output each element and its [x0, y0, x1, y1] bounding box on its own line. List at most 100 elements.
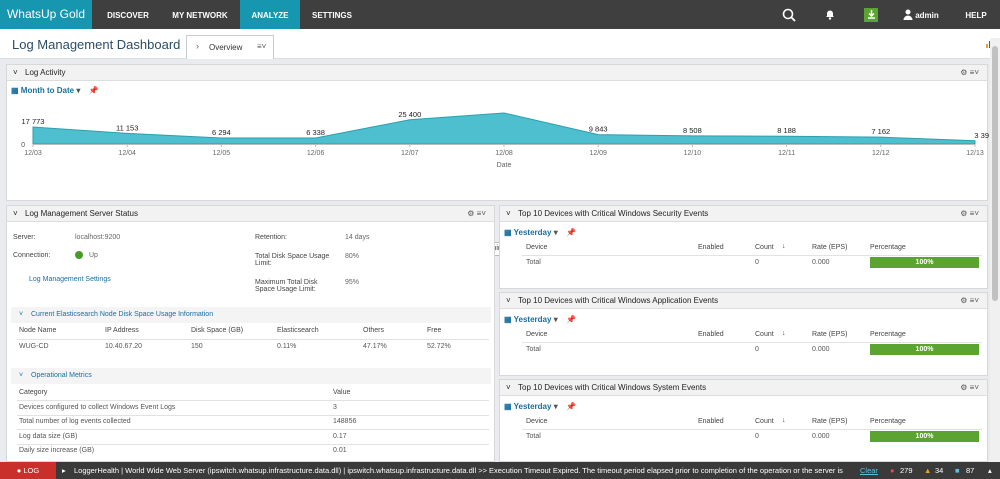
date-range-picker[interactable]: ▦ Yesterday ▾ 📌	[504, 228, 576, 237]
x-tick-label: 12/10	[684, 150, 702, 157]
col-count[interactable]: Count	[755, 244, 774, 251]
warning-count[interactable]: 34	[935, 462, 943, 479]
scrollbar-thumb[interactable]	[992, 46, 998, 301]
nav-discover[interactable]: DISCOVER	[92, 0, 164, 29]
info-count[interactable]: 87	[966, 462, 974, 479]
dashboard-header: Log Management Dashboard	[0, 29, 1000, 59]
top-navigation-bar: WhatsUp Gold DISCOVER MY NETWORK ANALYZE…	[0, 0, 1000, 29]
col-count[interactable]: Count	[755, 331, 774, 338]
metric-value: 148856	[333, 418, 357, 425]
col-device[interactable]: Device	[526, 418, 547, 425]
sort-down-icon[interactable]: ↓	[782, 417, 786, 424]
warning-count-icon[interactable]: ▲	[924, 462, 931, 479]
pin-icon[interactable]: 📌	[89, 86, 99, 95]
sort-down-icon[interactable]: ↓	[782, 243, 786, 250]
menu-icon[interactable]: ≡˅	[970, 383, 979, 392]
sort-down-icon[interactable]: ↓	[782, 330, 786, 337]
collapse-chevron-icon[interactable]: ˅	[13, 206, 18, 222]
date-range-label: Month to Date	[20, 86, 75, 95]
divider	[522, 429, 982, 430]
server-status-header: ˅ Log Management Server Status ⚙ ≡˅	[7, 206, 494, 222]
metric-value: 0.01	[333, 447, 347, 454]
percentage-bar: 100%	[870, 257, 979, 268]
gear-icon[interactable]: ⚙	[467, 209, 474, 218]
download-icon[interactable]	[862, 0, 880, 29]
clear-link[interactable]: Clear	[860, 462, 878, 479]
server-status-title: Log Management Server Status	[25, 209, 138, 218]
col-percentage[interactable]: Percentage	[870, 244, 906, 251]
info-count-icon[interactable]: ■	[955, 462, 960, 479]
node-header-disk: Disk Space (GB)	[191, 327, 244, 334]
tab-menu-icon[interactable]: ≡˅	[257, 42, 266, 51]
total-count: 0	[755, 259, 759, 266]
col-count[interactable]: Count	[755, 418, 774, 425]
gear-icon[interactable]: ⚙	[960, 383, 967, 392]
total-rate: 0.000	[812, 433, 830, 440]
user-name[interactable]: admin	[914, 0, 940, 29]
data-label: 8 188	[777, 126, 796, 135]
date-range-picker[interactable]: ▦ Month to Date ▾ 📌	[11, 86, 99, 95]
col-enabled[interactable]: Enabled	[698, 244, 724, 251]
col-percentage[interactable]: Percentage	[870, 418, 906, 425]
calendar-icon: ▦	[504, 315, 512, 324]
nav-my-network[interactable]: MY NETWORK	[164, 0, 236, 29]
node-cell-elasticsearch: 0.11%	[277, 343, 297, 350]
menu-icon[interactable]: ≡˅	[477, 209, 486, 218]
expand-icon[interactable]: ▸	[62, 462, 66, 479]
total-label: Total	[526, 433, 541, 440]
pin-icon[interactable]: 📌	[566, 402, 576, 411]
dropdown-caret-icon: ▾	[76, 86, 81, 95]
date-range-picker[interactable]: ▦ Yesterday ▾ 📌	[504, 315, 576, 324]
pin-icon[interactable]: 📌	[566, 228, 576, 237]
expand-up-icon[interactable]: ▴	[988, 462, 992, 479]
metric-category: Total number of log events collected	[19, 418, 131, 425]
collapse-chevron-icon[interactable]: ˅	[506, 380, 511, 396]
collapse-chevron-icon[interactable]: ˅	[13, 65, 18, 81]
menu-icon[interactable]: ≡˅	[970, 209, 979, 218]
search-icon[interactable]	[778, 0, 800, 29]
pin-icon[interactable]: 📌	[566, 315, 576, 324]
col-rate[interactable]: Rate (EPS)	[812, 331, 847, 338]
menu-icon[interactable]: ≡˅	[970, 68, 979, 77]
metrics-section-header[interactable]: ˅ Operational Metrics	[11, 368, 491, 384]
node-header-free: Free	[427, 327, 442, 334]
server-value: localhost:9200	[75, 234, 121, 241]
col-enabled[interactable]: Enabled	[698, 331, 724, 338]
nav-analyze[interactable]: ANALYZE	[240, 0, 300, 29]
bell-icon[interactable]	[820, 0, 840, 29]
col-device[interactable]: Device	[526, 244, 547, 251]
error-count-icon[interactable]: ●	[890, 462, 895, 479]
calendar-icon: ▦	[11, 86, 19, 95]
node-section-header[interactable]: ˅ Current Elasticsearch Node Disk Space …	[11, 307, 491, 323]
x-tick-label: 12/04	[118, 150, 136, 157]
dropdown-caret-icon: ▾	[553, 228, 558, 237]
col-rate[interactable]: Rate (EPS)	[812, 244, 847, 251]
status-bar: ● LOG ▸ LoggerHealth | World Wide Web Se…	[0, 462, 1000, 479]
gear-icon[interactable]: ⚙	[960, 296, 967, 305]
error-count[interactable]: 279	[900, 462, 913, 479]
menu-icon[interactable]: ≡˅	[970, 296, 979, 305]
col-enabled[interactable]: Enabled	[698, 418, 724, 425]
tab-overview[interactable]: › Overview ≡˅	[186, 35, 274, 59]
col-device[interactable]: Device	[526, 331, 547, 338]
brand-logo[interactable]: WhatsUp Gold	[0, 0, 92, 29]
page-scrollbar[interactable]	[990, 38, 1000, 462]
user-icon[interactable]	[902, 0, 914, 29]
nav-settings[interactable]: SETTINGS	[300, 0, 364, 29]
node-cell-others: 47.17%	[363, 343, 387, 350]
log-management-settings-link[interactable]: Log Management Settings	[29, 276, 111, 283]
help-link[interactable]: HELP	[962, 0, 990, 29]
dropdown-caret-icon: ▾	[553, 315, 558, 324]
collapse-chevron-icon[interactable]: ˅	[506, 206, 511, 222]
collapse-chevron-icon[interactable]: ˅	[506, 293, 511, 309]
x-tick-label: 12/09	[589, 150, 607, 157]
col-percentage[interactable]: Percentage	[870, 331, 906, 338]
date-range-picker[interactable]: ▦ Yesterday ▾ 📌	[504, 402, 576, 411]
col-rate[interactable]: Rate (EPS)	[812, 418, 847, 425]
data-label: 6 338	[306, 128, 325, 137]
node-cell-ip: 10.40.67.20	[105, 343, 142, 350]
gear-icon[interactable]: ⚙	[960, 68, 967, 77]
calendar-icon: ▦	[504, 402, 512, 411]
gear-icon[interactable]: ⚙	[960, 209, 967, 218]
log-button[interactable]: ● LOG	[0, 462, 56, 479]
